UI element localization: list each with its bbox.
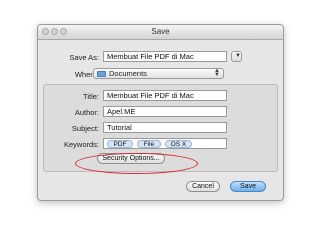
save-button[interactable]: Save (230, 181, 266, 192)
cancel-button[interactable]: Cancel (186, 181, 220, 192)
where-value: Documents (109, 69, 147, 78)
save-as-label: Save As: (69, 53, 99, 62)
keywords-label: Keywords: (63, 140, 99, 149)
keyword-token[interactable]: PDF (107, 140, 133, 148)
keyword-token[interactable]: OS X (165, 140, 192, 148)
window-title: Save (151, 27, 170, 36)
keywords-input[interactable]: PDF File OS X (103, 138, 227, 149)
keyword-token[interactable]: File (137, 140, 161, 148)
subject-label: Subject: (71, 124, 99, 133)
folder-icon (97, 71, 106, 78)
pdf-metadata-panel: Title: Membuat File PDF di Mac Author: A… (43, 84, 278, 172)
save-as-input[interactable]: Membuat File PDF di Mac (103, 51, 227, 62)
chevron-down-icon: ▼ (235, 53, 241, 59)
title-bar: Save (38, 25, 283, 40)
author-input[interactable]: Apel.ME (103, 106, 227, 117)
title-label: Title: (83, 92, 99, 101)
expand-dialog-button[interactable]: ▼ (231, 51, 242, 62)
title-input[interactable]: Membuat File PDF di Mac (103, 90, 227, 101)
updown-arrows-icon: ▲ ▼ (214, 68, 220, 78)
subject-input[interactable]: Tutorial (103, 122, 227, 133)
save-dialog: Save Save As: Membuat File PDF di Mac ▼ … (37, 24, 284, 201)
where-select[interactable]: Documents ▲ ▼ (93, 68, 224, 79)
author-label: Author: (74, 108, 99, 117)
where-label: Where: (74, 70, 99, 79)
security-options-button[interactable]: Security Options... (97, 153, 165, 164)
